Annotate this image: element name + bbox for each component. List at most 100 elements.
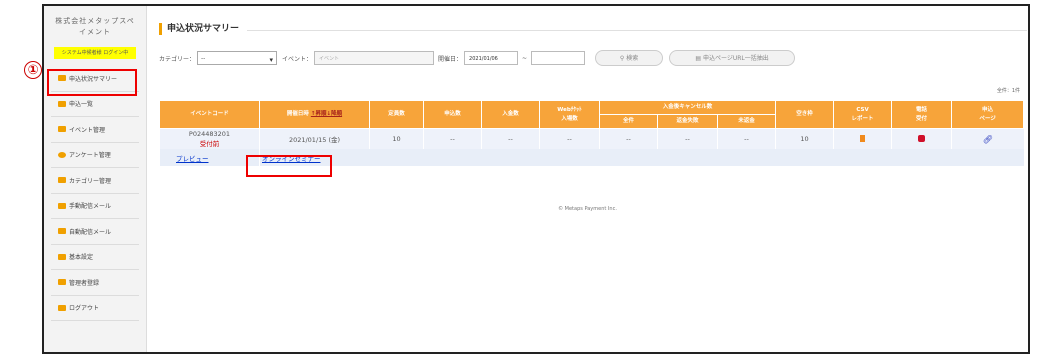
- search-button[interactable]: ⚲ 検索: [595, 50, 664, 66]
- sidebar-item-logout[interactable]: ログアウト: [51, 296, 139, 321]
- result-count: 全件：1件: [996, 88, 1020, 94]
- sidebar-item-settings[interactable]: 基本設定: [51, 245, 139, 270]
- title-divider: [247, 30, 1027, 31]
- cell-refund-failed: --: [657, 128, 718, 149]
- pie-icon: [58, 151, 66, 158]
- header-csv-2: レポート: [851, 115, 874, 122]
- users-icon: [58, 279, 66, 286]
- main-content: 申込状況サマリー カテゴリー： -- ▾ イベント： イベント 開催日： 202…: [147, 6, 1028, 352]
- header-phone-1: 電話: [916, 106, 928, 113]
- header-event-code: イベントコード: [159, 100, 260, 129]
- header-web-ticket-2: 入場数: [561, 115, 578, 122]
- bulk-url-button-label: 申込ページURL一括抽出: [702, 55, 769, 62]
- preview-link[interactable]: プレビュー: [176, 155, 209, 163]
- sort-asc-link[interactable]: ↑昇順: [311, 111, 327, 117]
- header-paid: 入金数: [481, 100, 540, 129]
- cell-preview: プレビュー: [159, 149, 260, 166]
- date-to-input[interactable]: [531, 51, 586, 65]
- list-icon: [58, 100, 66, 107]
- grid-icon: [58, 126, 66, 133]
- header-web-ticket: Webﾁｹｯﾄ 入場数: [539, 100, 600, 129]
- category-label: カテゴリー：: [159, 55, 196, 63]
- cell-vacancy: 10: [775, 128, 834, 149]
- sidebar-item-manual-mail[interactable]: 手動配信メール: [51, 194, 139, 219]
- menu-icon: [58, 177, 66, 184]
- footer-copyright: © Metaps Payment Inc.: [558, 206, 617, 212]
- header-phone-2: 受付: [916, 115, 928, 122]
- header-cancel-all: 全件: [599, 114, 658, 129]
- logout-icon: [58, 304, 66, 311]
- cell-date: 2021/01/15 (金): [259, 128, 370, 149]
- header-apply-1: 申込: [982, 106, 994, 113]
- gears-icon: [58, 253, 66, 260]
- sidebar-item-label: 基本設定: [69, 254, 94, 262]
- link-icon[interactable]: 🔗︎: [983, 135, 993, 144]
- header-unrefunded: 未返金: [716, 114, 777, 129]
- sidebar-item-admins[interactable]: 管理者登録: [51, 270, 139, 296]
- document-icon: ▤: [695, 55, 703, 62]
- sidebar-item-label: イベント管理: [69, 126, 106, 134]
- annotation-1: ①: [24, 61, 42, 79]
- event-input[interactable]: イベント: [314, 51, 435, 65]
- highlight-box-summary: [47, 69, 137, 96]
- date-from-input[interactable]: 2021/01/06: [464, 51, 519, 65]
- csv-icon[interactable]: [860, 134, 866, 142]
- sidebar: 株式会社メタップスペ イメント システム中候者様 ログイン中 申込状況サマリー …: [44, 6, 147, 352]
- header-csv-1: CSV: [856, 106, 869, 113]
- header-web-ticket-1: Webﾁｹｯﾄ: [557, 106, 582, 113]
- cell-unrefunded: --: [716, 128, 776, 149]
- highlight-box-event-name: [246, 155, 332, 177]
- cell-capacity: 10: [369, 128, 424, 149]
- header-csv: CSV レポート: [833, 100, 893, 129]
- cell-event-code: P024483201 受付前: [159, 128, 260, 149]
- search-button-label: 検索: [626, 55, 639, 62]
- sort-desc-link[interactable]: ↓降順: [326, 111, 342, 117]
- sidebar-item-events[interactable]: イベント管理: [51, 117, 139, 143]
- header-capacity: 定員数: [369, 100, 424, 129]
- cell-phone: [891, 128, 952, 149]
- cell-csv: [833, 128, 892, 149]
- header-vacancy: 空き枠: [775, 100, 835, 129]
- table-row: P024483201 受付前 2021/01/15 (金) 10 -- -- --…: [159, 128, 1024, 149]
- cell-event-name: オンラインセミナー: [258, 149, 1024, 166]
- sidebar-item-label: ログアウト: [69, 305, 100, 313]
- cell-applied: --: [423, 128, 482, 149]
- sidebar-item-label: カテゴリー管理: [69, 177, 112, 185]
- event-code: P024483201: [188, 130, 231, 138]
- sidebar-item-category[interactable]: カテゴリー管理: [51, 168, 139, 194]
- sidebar-item-survey[interactable]: アンケート管理: [51, 143, 139, 168]
- header-refund-failed: 返金失敗: [657, 114, 718, 129]
- company-name: 株式会社メタップスペ イメント: [44, 6, 146, 38]
- header-apply-page: 申込 ページ: [951, 100, 1025, 129]
- sidebar-item-label: アンケート管理: [69, 152, 111, 160]
- header-applied: 申込数: [423, 100, 482, 129]
- date-label: 開催日：: [438, 55, 463, 63]
- sidebar-item-label: 自動配信メール: [69, 228, 112, 236]
- category-value: --: [201, 55, 206, 62]
- date-tilde: ~: [522, 54, 528, 62]
- company-line-1: 株式会社メタップスペ: [55, 17, 135, 25]
- bulk-url-button[interactable]: ▤ 申込ページURL一括抽出: [669, 50, 796, 66]
- sidebar-nav: 申込状況サマリー 申込一覧 イベント管理 アンケート管理 カテゴリー管理 手動配…: [51, 66, 139, 321]
- page-title: 申込状況サマリー: [159, 23, 239, 35]
- sidebar-item-auto-mail[interactable]: 自動配信メール: [51, 219, 139, 245]
- status-badge: 受付前: [199, 140, 220, 148]
- sidebar-item-label: 申込一覧: [69, 101, 94, 109]
- header-phone: 電話 受付: [891, 100, 953, 129]
- phone-icon[interactable]: [918, 134, 926, 142]
- filter-bar: カテゴリー： -- ▾ イベント： イベント 開催日： 2021/01/06 ~…: [159, 49, 796, 67]
- mail-icon: [58, 228, 66, 235]
- chevron-down-icon: ▾: [269, 56, 274, 64]
- header-date-label: 開催日時: [286, 111, 309, 117]
- category-select[interactable]: -- ▾: [197, 51, 278, 65]
- cell-paid: --: [481, 128, 540, 149]
- header-apply-2: ページ: [979, 115, 996, 122]
- rss-icon: [58, 202, 66, 209]
- event-label: イベント：: [282, 55, 313, 63]
- header-date: 開催日時 ↑昇順↓降順: [259, 100, 370, 129]
- cell-web-ticket: --: [539, 128, 600, 149]
- sidebar-item-label: 手動配信メール: [69, 203, 112, 211]
- login-badge: システム中候者様 ログイン中: [54, 47, 136, 59]
- app-window: 株式会社メタップスペ イメント システム中候者様 ログイン中 申込状況サマリー …: [42, 4, 1030, 354]
- company-line-2: イメント: [79, 28, 111, 36]
